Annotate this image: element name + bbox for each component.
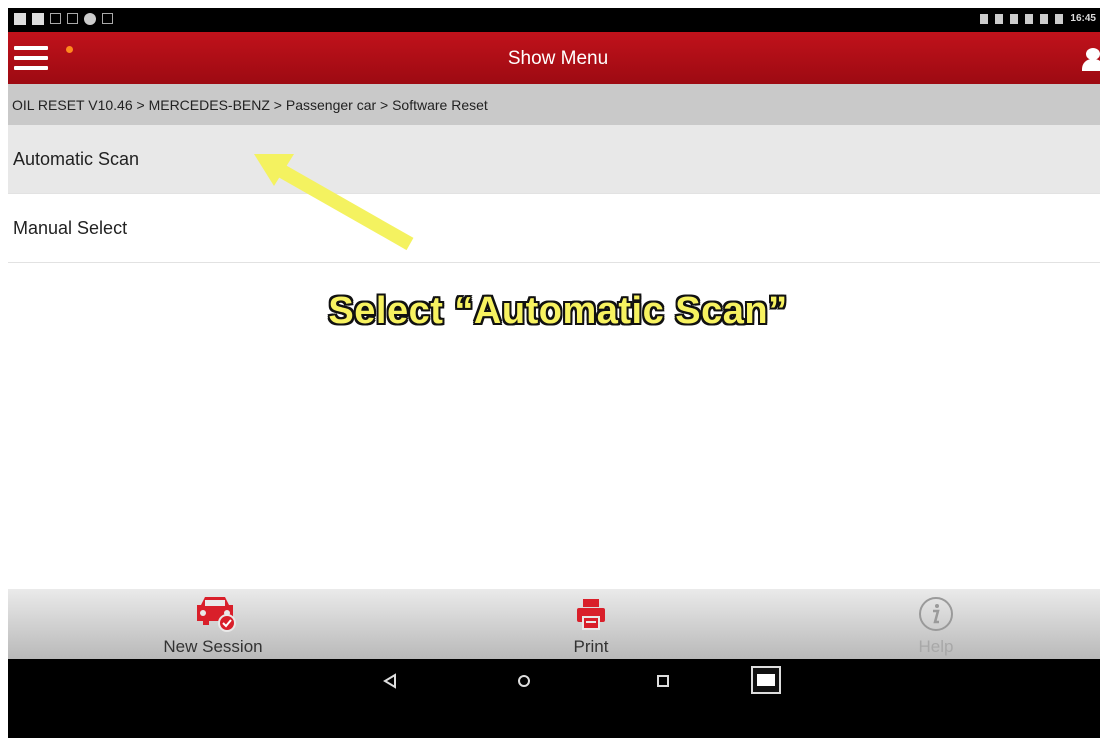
info-icon bbox=[919, 597, 953, 631]
car-check-icon bbox=[197, 597, 236, 632]
annotation-caption: Select “Automatic Scan” bbox=[328, 290, 788, 332]
bottom-toolbar: New Session Print Help bbox=[8, 589, 1100, 659]
new-session-button[interactable]: New Session bbox=[113, 589, 313, 659]
print-button[interactable]: Print bbox=[491, 589, 691, 659]
app-screen: 16:45 Show Menu OIL RESET V10.46 > MERCE… bbox=[8, 8, 1100, 738]
printer-icon bbox=[577, 599, 605, 630]
home-circle-icon[interactable] bbox=[514, 671, 534, 691]
help-button[interactable]: Help bbox=[836, 589, 1036, 659]
help-label: Help bbox=[918, 637, 954, 656]
back-triangle-icon[interactable] bbox=[380, 671, 400, 691]
annotation-arrow bbox=[254, 154, 414, 251]
new-session-label: New Session bbox=[163, 637, 263, 656]
gallery-thumbnail[interactable] bbox=[751, 666, 781, 694]
navigation-bar bbox=[8, 659, 1100, 738]
recent-square-icon[interactable] bbox=[653, 671, 673, 691]
print-label: Print bbox=[573, 637, 609, 656]
